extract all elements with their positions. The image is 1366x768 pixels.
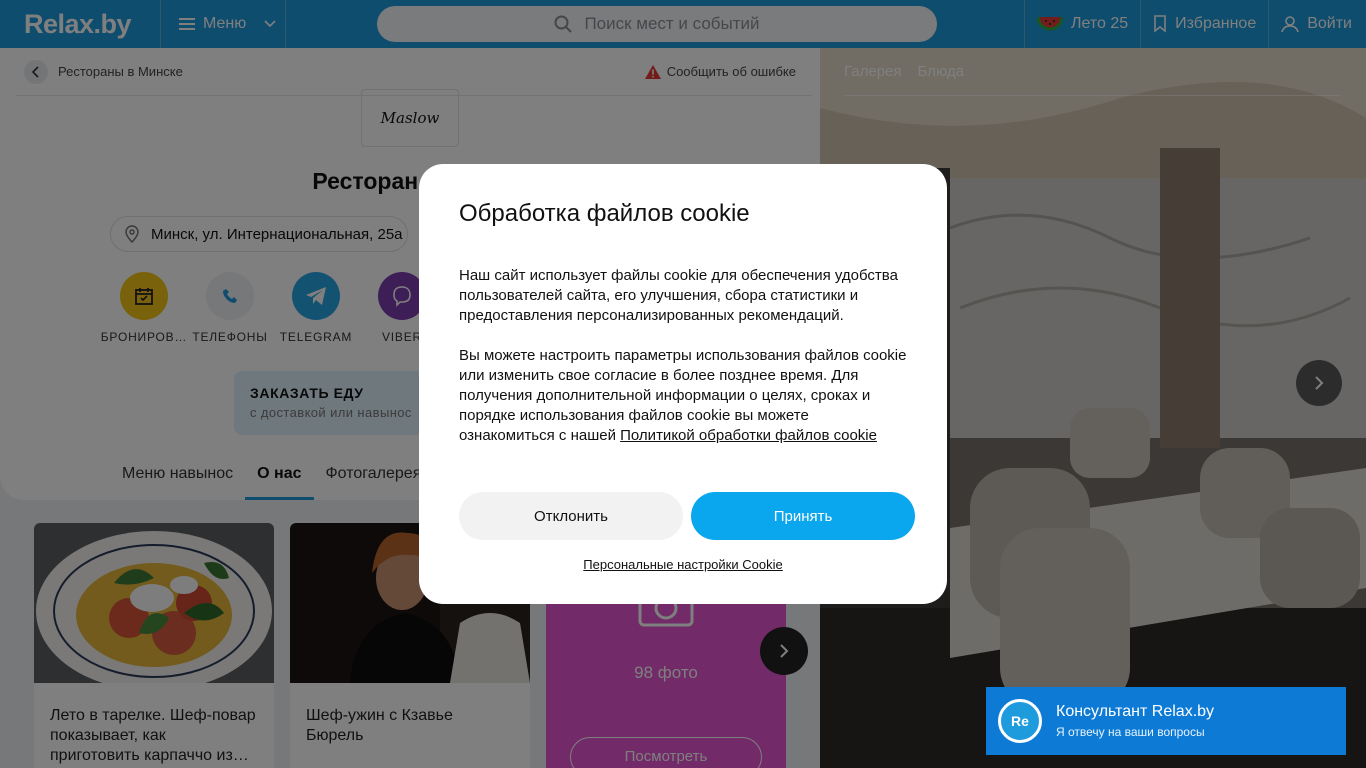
consultant-subtitle: Я отвечу на ваши вопросы <box>1056 725 1205 739</box>
dialog-paragraph-1: Наш сайт использует файлы cookie для обе… <box>459 267 898 324</box>
cookie-policy-link[interactable]: Политикой обработки файлов cookie <box>620 427 877 444</box>
personal-cookie-settings-link[interactable]: Персональные настройки Cookie <box>419 557 947 572</box>
decline-button[interactable]: Отклонить <box>459 492 683 540</box>
consultant-chat-widget[interactable]: Re Консультант Relax.by Я отвечу на ваши… <box>986 687 1346 755</box>
dialog-buttons: Отклонить Принять <box>459 492 915 540</box>
consultant-title: Консультант Relax.by <box>1056 703 1215 720</box>
dialog-title: Обработка файлов cookie <box>459 200 750 227</box>
cookie-consent-dialog: Обработка файлов cookie Наш сайт использ… <box>419 164 947 604</box>
dialog-paragraph-2: Вы можете настроить параметры использова… <box>459 346 907 446</box>
accept-button[interactable]: Принять <box>691 492 915 540</box>
consultant-avatar: Re <box>998 699 1042 743</box>
